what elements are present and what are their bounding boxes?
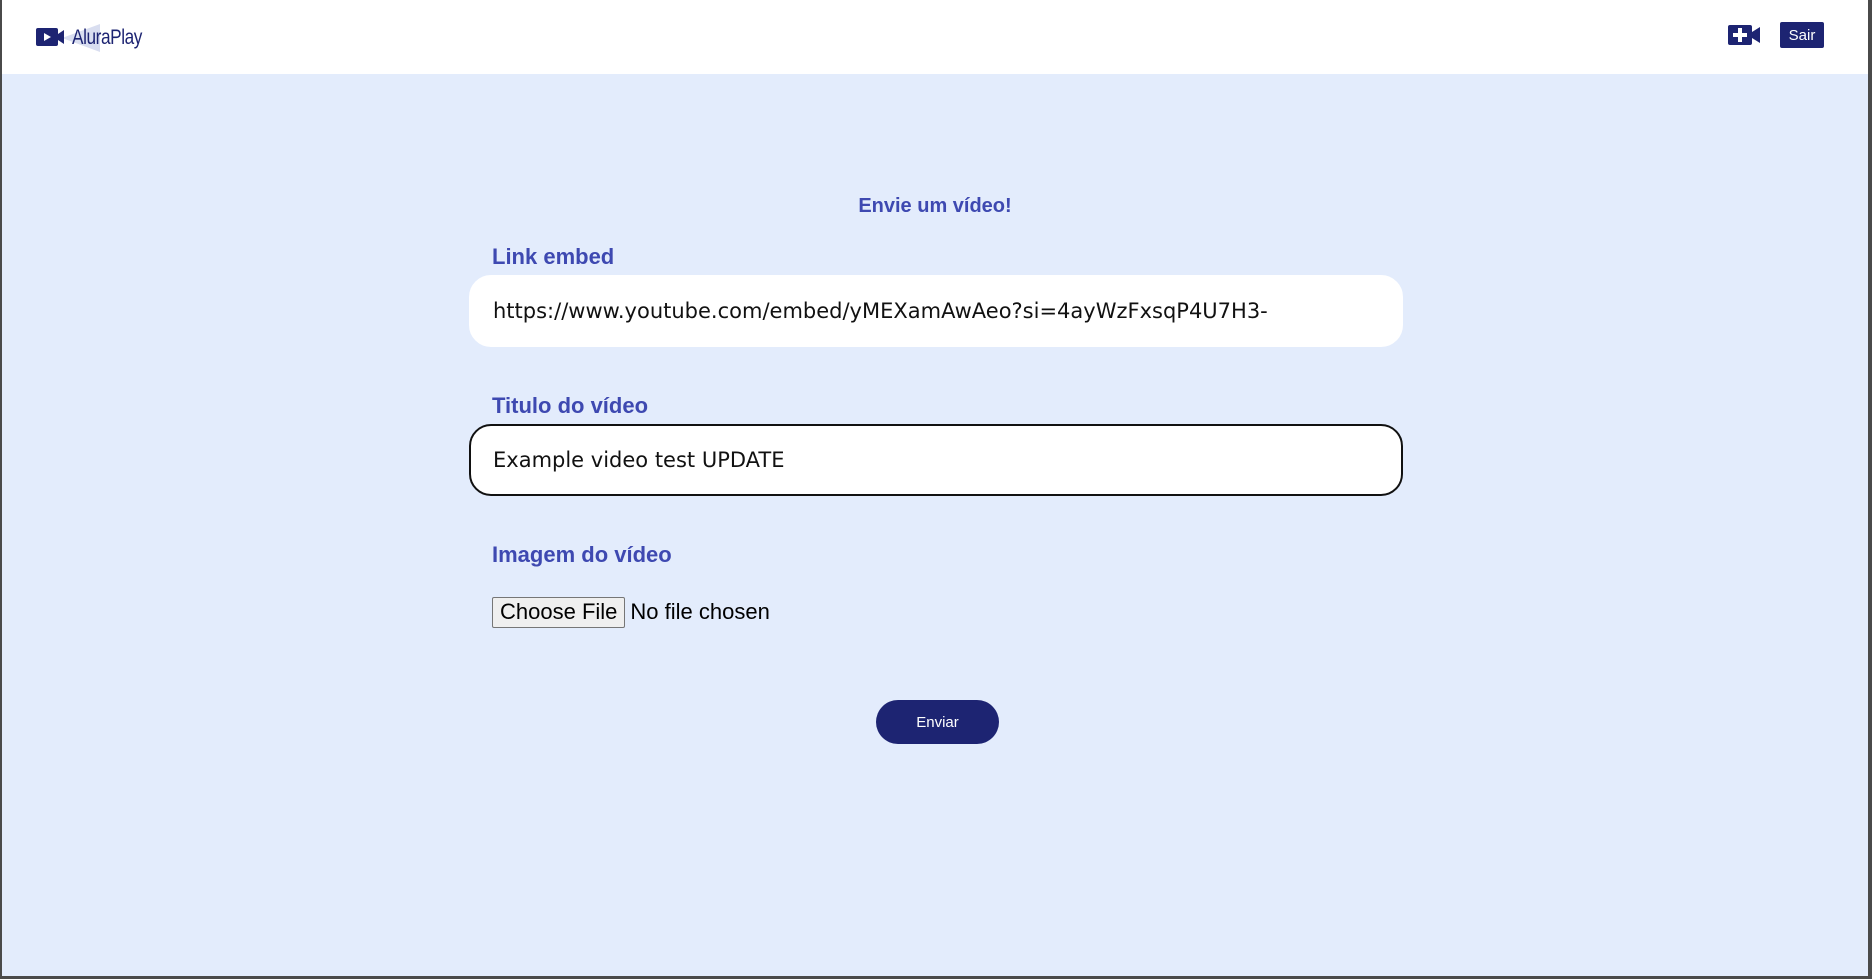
embed-label: Link embed [492, 244, 615, 269]
video-image-label: Imagem do vídeo [492, 542, 672, 567]
form-title: Envie um vídeo! [858, 195, 1012, 217]
embed-link-input[interactable] [469, 275, 1403, 347]
file-status-text: No file chosen [630, 599, 770, 624]
top-header: AluraPlay Sair [2, 0, 1868, 74]
new-video-button[interactable] [1728, 24, 1762, 46]
app-frame: AluraPlay Sair Envie um vídeo! Link embe… [2, 0, 1868, 976]
file-input: Choose File No file chosen [492, 596, 770, 628]
logout-button[interactable]: Sair [1780, 22, 1824, 48]
logo[interactable]: AluraPlay [36, 24, 157, 52]
logo-text: AluraPlay [72, 26, 143, 49]
choose-file-button[interactable]: Choose File [492, 596, 626, 628]
logo-camera-icon [36, 24, 100, 52]
video-plus-icon [1728, 25, 1760, 45]
video-title-label: Titulo do vídeo [492, 393, 649, 418]
video-title-input[interactable] [469, 424, 1403, 496]
submit-button[interactable]: Enviar [876, 700, 999, 744]
